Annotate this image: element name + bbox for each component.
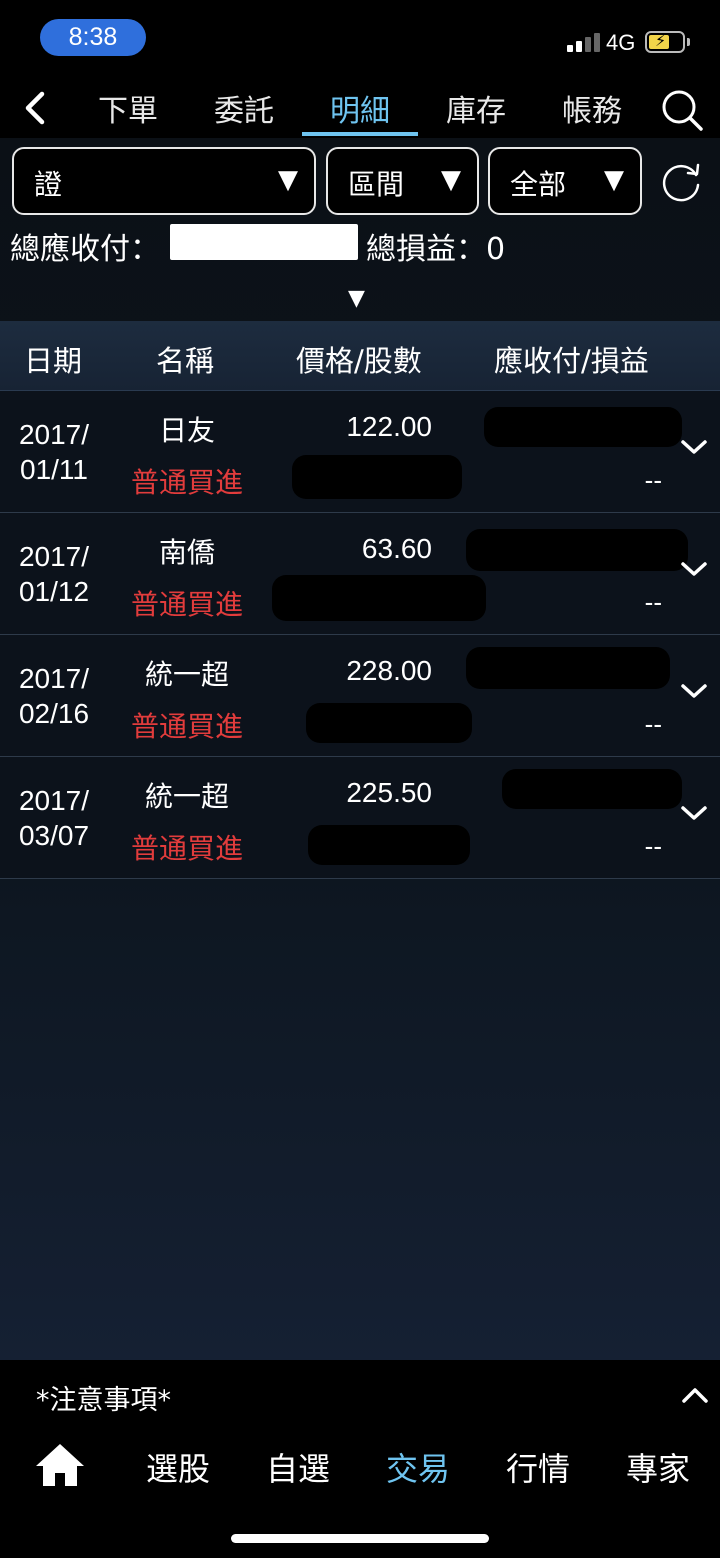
range-select[interactable]: 區間 ▼: [326, 147, 479, 215]
row-date: 2017/02/16: [18, 663, 90, 729]
row-order-type: 普通買進: [130, 710, 243, 743]
header-name: 名稱: [156, 344, 215, 378]
active-tab-indicator: [302, 132, 418, 136]
table-row[interactable]: 2017/03/07 統一超 普通買進 225.50 --: [0, 757, 720, 879]
nav-stock-picker[interactable]: 選股: [146, 1444, 210, 1490]
status-bar: 8:38 4G ⚡: [0, 0, 720, 78]
tab-place-order[interactable]: 下單: [96, 86, 160, 138]
row-stock-name: 日友: [158, 414, 215, 447]
nav-watchlist[interactable]: 自選: [266, 1444, 330, 1490]
nav-experts[interactable]: 專家: [626, 1444, 690, 1490]
chevron-down-icon[interactable]: [678, 435, 710, 459]
total-receivable-label: 總應收付：: [10, 232, 160, 267]
account-select[interactable]: 證 ▼: [12, 147, 316, 215]
redacted-shares: [292, 455, 462, 499]
table-row[interactable]: 2017/01/12 南僑 普通買進 63.60 --: [0, 513, 720, 635]
row-price: 122.00: [346, 411, 432, 442]
row-price: 225.50: [346, 777, 432, 808]
redacted-receivable: [502, 769, 682, 809]
account-select-label: 證: [34, 168, 63, 201]
redacted-receivable: [466, 647, 670, 689]
main-content: 證 ▼ 區間 ▼ 全部 ▼ 總應收付： 總損益：0 ▼ 日期 名稱 價格/股數 …: [0, 138, 720, 1360]
redacted-shares: [272, 575, 486, 621]
scope-select-label: 全部: [510, 168, 567, 201]
row-price: 228.00: [346, 655, 432, 686]
row-stock-name: 南僑: [158, 536, 215, 569]
redacted-receivable: [466, 529, 688, 571]
back-icon[interactable]: [18, 88, 54, 128]
row-pl: --: [644, 587, 662, 617]
redacted-account: [70, 169, 270, 197]
tab-details[interactable]: 明細: [328, 86, 392, 138]
row-date: 2017/03/07: [18, 785, 90, 851]
row-order-type: 普通買進: [130, 832, 243, 865]
row-pl: --: [644, 465, 662, 495]
table-header: 日期 名稱 價格/股數 應收付/損益: [0, 321, 720, 391]
tab-orders[interactable]: 委託: [212, 86, 276, 138]
battery-tip: [687, 38, 690, 46]
battery-icon: ⚡: [645, 31, 685, 53]
top-nav: 下單 委託 明細 庫存 帳務: [0, 78, 720, 138]
total-pl-label: 總損益：: [366, 232, 486, 267]
chevron-down-icon: ▼: [441, 165, 461, 195]
range-select-label: 區間: [348, 168, 405, 201]
row-order-type: 普通買進: [130, 588, 243, 621]
total-pl: 總損益：0: [366, 224, 505, 268]
redacted-receivable: [484, 407, 682, 447]
table-row[interactable]: 2017/01/11 日友 普通買進 122.00 --: [0, 391, 720, 513]
header-receivable-pl: 應收付/損益: [494, 344, 649, 378]
redacted-shares: [308, 825, 470, 865]
chevron-down-icon: ▼: [604, 165, 624, 195]
signal-icon: [567, 32, 601, 52]
row-date: 2017/01/12: [18, 541, 90, 607]
chevron-up-icon[interactable]: [680, 1384, 710, 1406]
chevron-down-icon[interactable]: [678, 557, 710, 581]
chevron-down-icon: ▼: [278, 165, 298, 195]
total-pl-value: 0: [486, 232, 506, 267]
notice-label: *注意事項*: [36, 1385, 171, 1416]
network-type: 4G: [606, 30, 636, 55]
row-date: 2017/01/11: [18, 419, 90, 485]
home-icon[interactable]: [34, 1442, 86, 1488]
table-row[interactable]: 2017/02/16 統一超 普通買進 228.00 --: [0, 635, 720, 757]
row-stock-name: 統一超: [144, 658, 229, 691]
bottom-nav: 選股 自選 交易 行情 專家: [0, 1428, 720, 1558]
chevron-down-icon[interactable]: [678, 679, 710, 703]
nav-trading[interactable]: 交易: [386, 1444, 450, 1490]
nav-market[interactable]: 行情: [506, 1444, 570, 1490]
row-pl: --: [644, 831, 662, 861]
redacted-total: [170, 224, 358, 260]
row-price: 63.60: [361, 533, 432, 564]
redacted-shares: [306, 703, 472, 743]
header-price-shares: 價格/股數: [296, 344, 422, 378]
status-time: 8:38: [40, 19, 146, 56]
row-order-type: 普通買進: [130, 466, 243, 499]
search-icon[interactable]: [660, 88, 704, 132]
home-indicator[interactable]: [231, 1534, 489, 1543]
notice-bar[interactable]: *注意事項*: [0, 1360, 720, 1428]
scope-select[interactable]: 全部 ▼: [488, 147, 642, 215]
tab-inventory[interactable]: 庫存: [444, 86, 508, 138]
chevron-down-icon[interactable]: [678, 801, 710, 825]
row-pl: --: [644, 709, 662, 739]
expand-summary-button[interactable]: ▼: [348, 286, 365, 311]
header-date: 日期: [24, 344, 83, 378]
refresh-icon[interactable]: [658, 159, 704, 205]
row-stock-name: 統一超: [144, 780, 229, 813]
tab-accounts[interactable]: 帳務: [560, 86, 624, 138]
